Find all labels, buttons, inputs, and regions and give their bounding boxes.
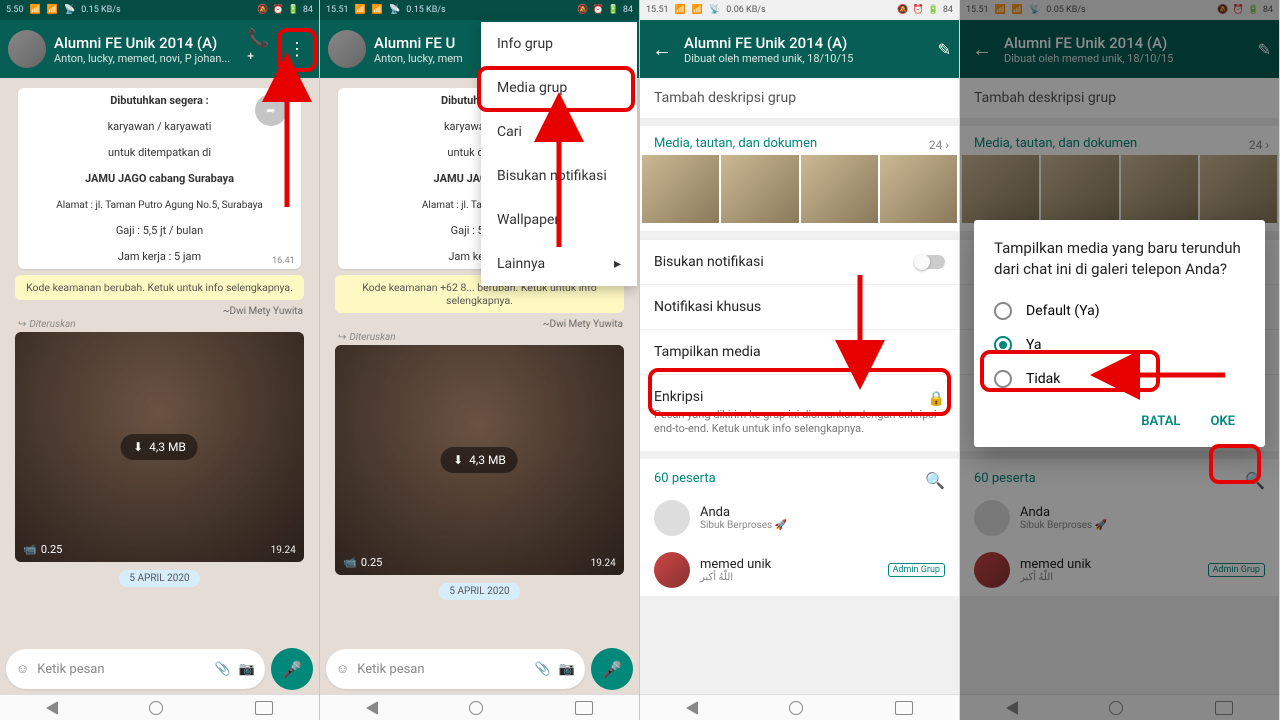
media-header[interactable]: Media, tautan, dan dokumen 24 › [640, 126, 959, 155]
nav-home-icon[interactable] [789, 701, 803, 715]
video-length: 📹 0.25 [23, 543, 62, 556]
download-badge[interactable]: ⬇ 4,3 MB [121, 434, 198, 460]
emoji-icon[interactable]: ☺ [336, 661, 349, 677]
group-title: Alumni FE Unik 2014 (A) [54, 34, 239, 52]
arrow-1 [267, 72, 307, 216]
forwarded-label: ↪Diteruskan [18, 319, 313, 330]
forwarded-label: ↪Diteruskan [338, 332, 633, 343]
avatar [654, 500, 690, 536]
arrow-2 [539, 112, 579, 256]
sender-name: ~Dwi Mety Yuwita [326, 319, 623, 330]
created-by: Dibuat oleh memed unik, 18/10/15 [684, 52, 930, 65]
camera-icon[interactable]: 📷 [239, 662, 255, 677]
nav-home-icon[interactable] [149, 701, 163, 715]
participant-admin[interactable]: memed unikاللّهُ أكبر Admin Grup [640, 544, 959, 596]
nav-recent-icon[interactable] [895, 701, 913, 715]
video-message[interactable]: ⬇ 4,3 MB 📹 0.25 19.24 [15, 332, 304, 562]
statusbar: 15.51📶📶📡0.06 KB/s 🔕⏰🔋84 [640, 0, 959, 20]
group-avatar[interactable] [8, 30, 46, 68]
nav-back-icon[interactable] [366, 701, 378, 715]
nav-back-icon[interactable] [46, 701, 58, 715]
video-time: 19.24 [591, 558, 616, 569]
mic-button[interactable]: 🎤 [591, 648, 633, 690]
info-header: ← Alumni FE Unik 2014 (A) Dibuat oleh me… [640, 20, 959, 78]
group-avatar[interactable] [328, 30, 366, 68]
menu-media-grup[interactable]: Media grup [481, 66, 637, 110]
statusbar: 15.51📶📶📡0.15 KB/s 🔕⏰🔋84 [320, 0, 639, 20]
video-time: 19.24 [271, 545, 296, 556]
panel-3-group-info: 15.51📶📶📡0.06 KB/s 🔕⏰🔋84 ← Alumni FE Unik… [640, 0, 960, 720]
ok-button[interactable]: OKE [1200, 406, 1245, 437]
mic-button[interactable]: 🎤 [271, 648, 313, 690]
nav-recent-icon[interactable] [575, 701, 593, 715]
arrow-4 [1110, 360, 1230, 394]
security-notice[interactable]: Kode keamanan berubah. Ketuk untuk info … [15, 275, 304, 300]
nav-back-icon[interactable] [686, 701, 698, 715]
add-description[interactable]: Tambah deskripsi grup [640, 78, 959, 126]
radio-default[interactable]: Default (Ya) [994, 294, 1245, 328]
participants-header: 60 peserta 🔍 [640, 451, 959, 492]
video-length: 📹 0.25 [343, 556, 382, 569]
panel-1-chat: 5.50📶📶📡0.15 KB/s 🔕⏰🔋84 Alumni FE Unik 20… [0, 0, 320, 720]
dialog-title: Tampilkan media yang baru terunduh dari … [994, 238, 1245, 280]
media-visibility-dialog: Tampilkan media yang baru terunduh dari … [974, 220, 1265, 447]
panel-2-menu: 15.51📶📶📡0.15 KB/s 🔕⏰🔋84 Alumni FE U Anto… [320, 0, 640, 720]
mute-toggle[interactable] [915, 255, 945, 269]
admin-badge: Admin Grup [888, 563, 945, 577]
emoji-icon[interactable]: ☺ [16, 661, 29, 677]
menu-info-grup[interactable]: Info grup [481, 22, 637, 66]
panel-4-dialog: 15.51📶📶📡0.05 KB/s 🔕⏰🔋84 ← Alumni FE Unik… [960, 0, 1280, 720]
mute-row[interactable]: Bisukan notifikasi [640, 239, 959, 284]
chat-header[interactable]: Alumni FE Unik 2014 (A) Anton, lucky, me… [0, 20, 319, 78]
custom-notif-row[interactable]: Notifikasi khusus [640, 284, 959, 329]
message-input[interactable]: ☺ Ketik pesan 📎 📷 [6, 649, 265, 689]
date-pill: 5 APRIL 2020 [119, 570, 199, 587]
message-bubble[interactable]: ➦ Dibutuhkan segera : karyawan / karyawa… [18, 88, 300, 269]
back-icon[interactable]: ← [648, 37, 676, 62]
arrow-3 [840, 270, 880, 374]
video-message[interactable]: ⬇ 4,3 MB 📹 0.25 19.24 [335, 345, 624, 575]
radio-ya[interactable]: Ya [994, 328, 1245, 362]
sender-name: ~Dwi Mety Yuwita [6, 306, 303, 317]
attach-icon[interactable]: 📎 [535, 662, 551, 677]
nav-recent-icon[interactable] [255, 701, 273, 715]
more-icon[interactable]: ⋮ [283, 35, 311, 63]
nav-home-icon[interactable] [469, 701, 483, 715]
composer: ☺ Ketik pesan 📎 📷 🎤 [0, 644, 319, 694]
show-media-row[interactable]: Tampilkan media [640, 329, 959, 374]
group-title: Alumni FE Unik 2014 (A) [684, 34, 930, 52]
navbar [0, 694, 319, 720]
members-line: Anton, lucky, memed, novi, P johan... [54, 52, 239, 65]
cancel-button[interactable]: BATAL [1131, 406, 1190, 437]
lock-icon: 🔒 [928, 391, 945, 407]
statusbar: 5.50📶📶📡0.15 KB/s 🔕⏰🔋84 [0, 0, 319, 20]
download-badge[interactable]: ⬇ 4,3 MB [441, 447, 518, 473]
media-thumbs[interactable] [640, 155, 959, 231]
edit-icon[interactable]: ✎ [938, 40, 951, 59]
encryption-row[interactable]: Enkripsi Pesan yang dikirim ke grup ini … [640, 374, 959, 451]
call-icon[interactable]: 📞⁺ [247, 35, 275, 63]
date-pill: 5 APRIL 2020 [439, 583, 519, 600]
message-input[interactable]: ☺ Ketik pesan 📎 📷 [326, 649, 585, 689]
participant-self[interactable]: AndaSibuk Berproses 🚀 [640, 492, 959, 544]
search-participants-icon[interactable]: 🔍 [925, 471, 945, 490]
camera-icon[interactable]: 📷 [559, 662, 575, 677]
avatar [654, 552, 690, 588]
attach-icon[interactable]: 📎 [215, 662, 231, 677]
